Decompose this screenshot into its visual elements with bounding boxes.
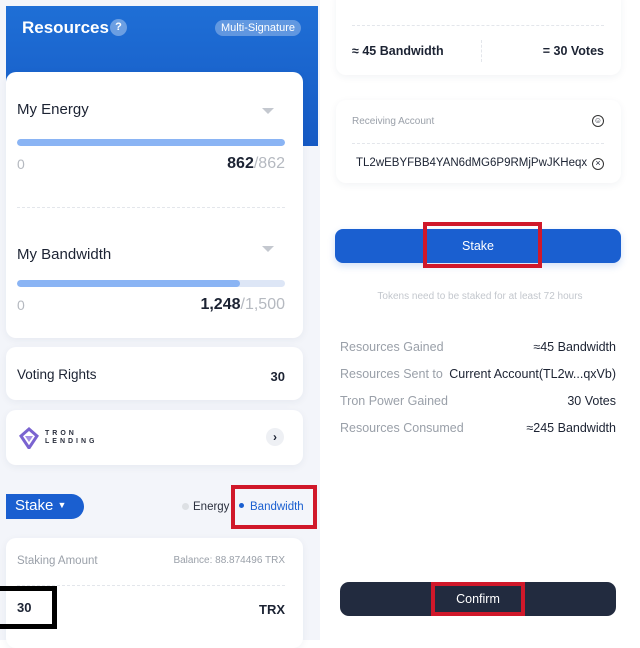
summary-label: Resources Sent to [340,367,443,381]
summary-row: Resources Gained ≈45 Bandwidth [340,340,616,354]
annotation-box [0,586,57,629]
voting-rights-value: 30 [270,369,285,384]
highlight-box [231,485,317,529]
divider [352,25,604,26]
bandwidth-bar [17,280,285,287]
tron-lending-logo: TRON LENDING [45,430,98,445]
bandwidth-value: 1,248/1,500 [200,296,285,313]
summary-row: Resources Consumed ≈245 Bandwidth [340,421,616,435]
energy-bar [17,139,285,146]
page-title: Resources [22,18,109,37]
address-book-icon[interactable]: ☺ [592,115,604,127]
energy-title: My Energy [17,101,89,118]
estimated-votes: = 30 Votes [542,44,604,58]
highlight-box [431,582,525,616]
radio-icon [182,503,189,510]
radio-energy[interactable]: Energy [182,501,229,513]
tron-lending-logo-icon [19,427,39,449]
energy-max: 862 [258,155,285,172]
balance-text: Balance: 88.874496 TRX [173,555,285,566]
divider [17,207,285,208]
clear-icon[interactable]: × [592,158,604,170]
summary-row: Tron Power Gained 30 Votes [340,394,616,408]
estimate-card [336,0,621,75]
energy-value: 862/862 [227,155,285,172]
bandwidth-title: My Bandwidth [17,246,112,263]
divider [352,143,604,144]
receiving-address-input[interactable]: TL2wEBYFBB4YAN6dMG6P9RMjPwJKHeqx [356,157,587,169]
energy-bar-fill [17,139,285,146]
highlight-box [423,222,542,268]
staking-amount-label: Staking Amount [17,555,98,567]
summary-value: Current Account(TL2w...qxVb) [449,367,616,381]
summary-value: 30 Votes [567,394,616,408]
summary-label: Resources Consumed [340,421,464,435]
bandwidth-max: 1,500 [244,296,285,313]
chevron-right-icon[interactable]: › [266,428,284,446]
receiving-account-card [336,100,621,183]
divider [481,40,482,62]
summary-row: Resources Sent to Current Account(TL2w...… [340,367,616,381]
summary-value: ≈45 Bandwidth [533,340,616,354]
stake-mode-dropdown[interactable]: Stake ▼ [6,494,84,519]
energy-dropdown-icon[interactable] [262,108,274,114]
unit-label: TRX [259,602,285,617]
voting-rights-label: Voting Rights [17,367,97,382]
estimated-bandwidth: ≈ 45 Bandwidth [352,44,444,58]
staking-note: Tokens need to be staked for at least 72… [377,291,583,302]
receiving-account-label: Receiving Account [352,116,435,127]
multi-signature-badge[interactable]: Multi-Signature [215,20,301,36]
question-icon[interactable]: ? [110,19,127,36]
energy-current: 862 [227,155,254,172]
bandwidth-current: 1,248 [200,296,241,313]
summary-label: Resources Gained [340,340,444,354]
bandwidth-bar-fill [17,280,240,287]
energy-min: 0 [17,156,25,172]
bandwidth-dropdown-icon[interactable] [262,246,274,252]
divider [17,585,285,586]
summary-value: ≈245 Bandwidth [526,421,616,435]
caret-down-icon: ▼ [57,500,67,510]
bandwidth-min: 0 [17,297,25,313]
summary-label: Tron Power Gained [340,394,448,408]
